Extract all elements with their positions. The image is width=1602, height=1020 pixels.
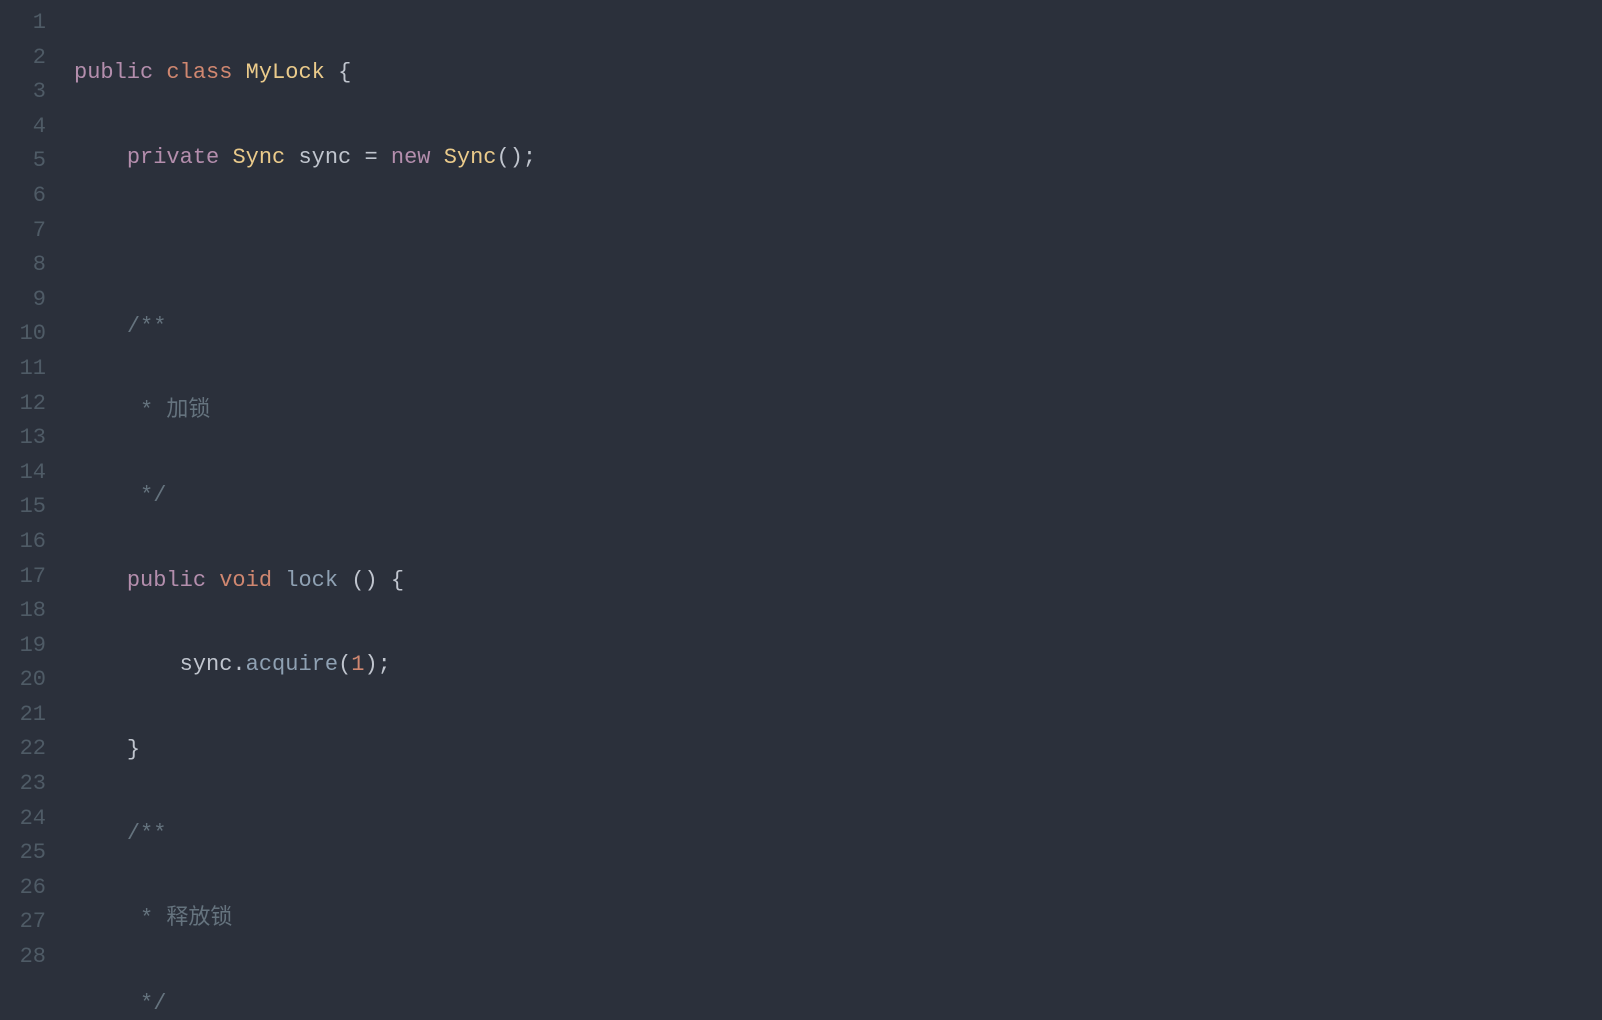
line-number: 1 xyxy=(0,6,56,41)
code-line[interactable]: /** xyxy=(74,310,1602,345)
method-name: acquire xyxy=(246,652,338,677)
comment: /** xyxy=(127,821,167,846)
code-line[interactable]: private Sync sync = new Sync(); xyxy=(74,141,1602,176)
line-number: 27 xyxy=(0,905,56,940)
punct: ( xyxy=(338,652,351,677)
line-number: 17 xyxy=(0,560,56,595)
comment: /** xyxy=(127,314,167,339)
line-number: 4 xyxy=(0,110,56,145)
code-area[interactable]: public class MyLock { private Sync sync … xyxy=(56,6,1602,1020)
punct: { xyxy=(338,60,351,85)
keyword: class xyxy=(166,60,232,85)
number: 1 xyxy=(351,652,364,677)
code-line[interactable]: sync.acquire(1); xyxy=(74,648,1602,683)
keyword: void xyxy=(219,568,272,593)
code-line[interactable]: */ xyxy=(74,987,1602,1020)
line-number: 10 xyxy=(0,317,56,352)
line-number: 2 xyxy=(0,41,56,76)
code-line[interactable]: public void lock () { xyxy=(74,564,1602,599)
punct: } xyxy=(127,737,140,762)
line-number: 12 xyxy=(0,387,56,422)
line-number-gutter: 1 2 3 4 5 6 7 8 9 10 11 12 13 14 15 16 1… xyxy=(0,6,56,1020)
line-number: 20 xyxy=(0,663,56,698)
code-editor[interactable]: 1 2 3 4 5 6 7 8 9 10 11 12 13 14 15 16 1… xyxy=(0,0,1602,1020)
ident: sync. xyxy=(180,652,246,677)
comment: * 释放锁 xyxy=(127,906,233,931)
line-number: 7 xyxy=(0,214,56,249)
line-number: 6 xyxy=(0,179,56,214)
comment: */ xyxy=(127,991,167,1016)
line-number: 3 xyxy=(0,75,56,110)
punct: () { xyxy=(351,568,404,593)
line-number: 23 xyxy=(0,767,56,802)
comment: * 加锁 xyxy=(127,398,211,423)
line-number: 24 xyxy=(0,802,56,837)
ident: sync xyxy=(298,145,351,170)
line-number: 28 xyxy=(0,940,56,975)
line-number: 5 xyxy=(0,144,56,179)
line-number: 8 xyxy=(0,248,56,283)
keyword: public xyxy=(127,568,206,593)
line-number: 14 xyxy=(0,456,56,491)
line-number: 21 xyxy=(0,698,56,733)
line-number: 11 xyxy=(0,352,56,387)
line-number: 22 xyxy=(0,732,56,767)
method-name: lock xyxy=(285,568,338,593)
keyword: new xyxy=(391,145,431,170)
code-line[interactable]: */ xyxy=(74,479,1602,514)
code-line[interactable]: } xyxy=(74,733,1602,768)
code-line[interactable] xyxy=(74,225,1602,260)
code-line[interactable]: * 释放锁 xyxy=(74,902,1602,937)
type: Sync xyxy=(444,145,497,170)
line-number: 13 xyxy=(0,421,56,456)
punct: = xyxy=(364,145,377,170)
line-number: 16 xyxy=(0,525,56,560)
line-number: 9 xyxy=(0,283,56,318)
line-number: 19 xyxy=(0,629,56,664)
line-number: 15 xyxy=(0,490,56,525)
code-line[interactable]: public class MyLock { xyxy=(74,56,1602,91)
line-number: 25 xyxy=(0,836,56,871)
code-line[interactable]: /** xyxy=(74,817,1602,852)
punct: ); xyxy=(364,652,390,677)
comment: */ xyxy=(127,483,167,508)
line-number: 18 xyxy=(0,594,56,629)
keyword: private xyxy=(127,145,219,170)
code-line[interactable]: * 加锁 xyxy=(74,394,1602,429)
line-number: 26 xyxy=(0,871,56,906)
class-name: MyLock xyxy=(246,60,325,85)
keyword: public xyxy=(74,60,153,85)
punct: (); xyxy=(497,145,537,170)
type: Sync xyxy=(232,145,285,170)
